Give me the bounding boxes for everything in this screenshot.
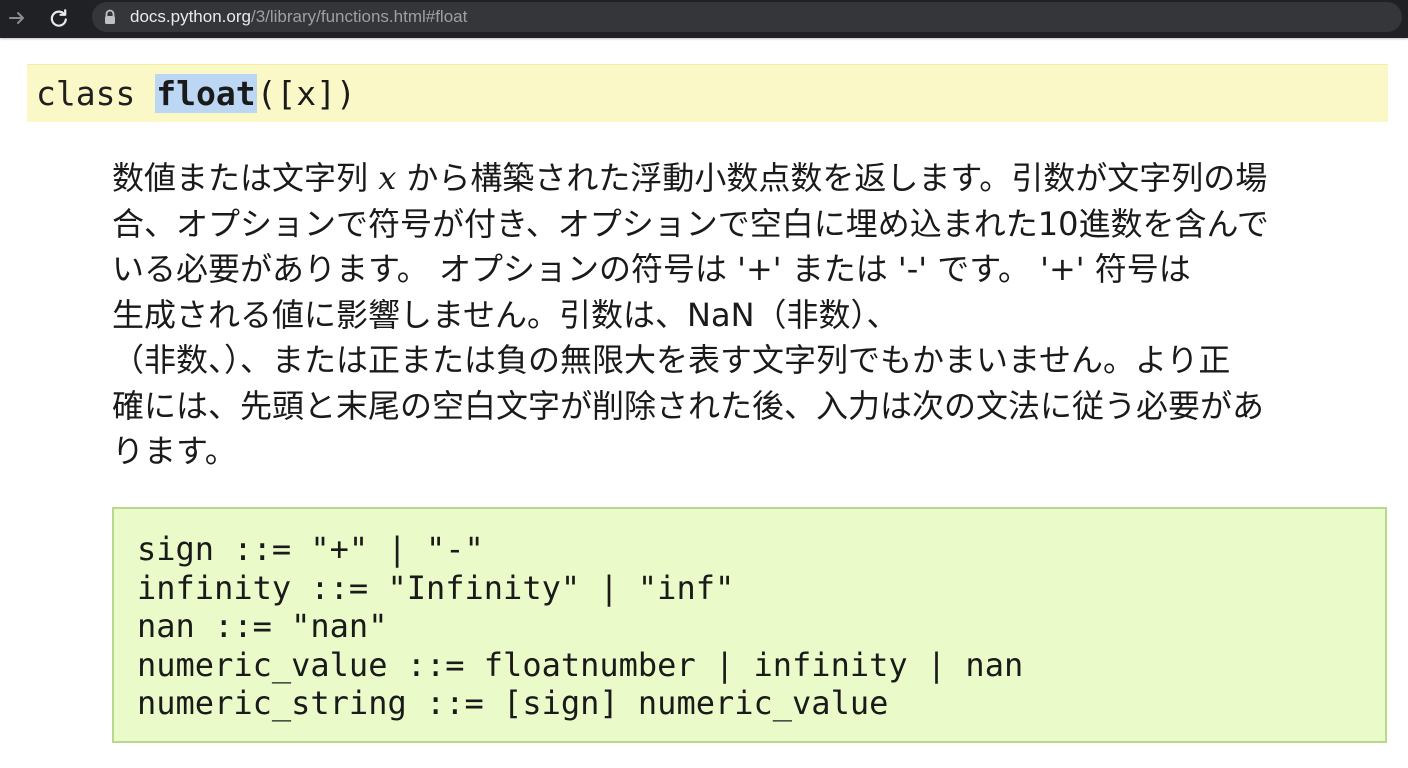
url-host: docs.python.org <box>130 7 251 26</box>
grammar-rule-sign: sign ::= "+" | "-" <box>137 530 484 568</box>
description-line: 確には、先頭と末尾の空白文字が削除された後、入力は次の文法に従う必要があ <box>112 386 1265 425</box>
grammar-rule-numeric-string: numeric_string ::= [sign] numeric_value <box>137 684 889 722</box>
function-name[interactable]: float <box>155 74 257 113</box>
grammar-rule-nan: nan ::= "nan" <box>137 607 388 645</box>
description-line: （非数、）、または正または負の無限大を表す文字列でもかまいません。より正 <box>112 341 1231 379</box>
description-text: から構築された浮動小数点数を返します。引数が文字列の場 <box>406 159 1268 197</box>
description-text: 数値または文字列 <box>112 159 369 197</box>
description-paragraph: 数値または文字列 x から構築された浮動小数点数を返します。引数が文字列の場 合… <box>112 156 1374 475</box>
grammar-rule-infinity: infinity ::= "Infinity" | "inf" <box>137 568 735 607</box>
lock-icon[interactable] <box>102 9 118 25</box>
grammar-code-block: sign ::= "+" | "-" infinity ::= "Infinit… <box>112 507 1387 743</box>
description-line: 合、オプションで符号が付き、オプションで空白に埋め込まれた10進数を含んで <box>112 204 1269 243</box>
arrow-right-icon <box>9 12 24 24</box>
parameter-x: x <box>378 159 397 197</box>
function-signature: class float([x]) <box>27 64 1388 122</box>
description-line: ります。 <box>112 432 237 470</box>
description-line: いる必要があります。 オプションの符号は '+' または '-' です。 '+'… <box>112 250 1191 288</box>
description-line: 数値または文字列 x から構築された浮動小数点数を返します。引数が文字列の場 <box>112 156 1374 202</box>
class-keyword: class <box>36 74 136 113</box>
browser-toolbar: docs.python.org/3/library/functions.html… <box>0 0 1408 38</box>
url-text[interactable]: docs.python.org/3/library/functions.html… <box>130 7 467 27</box>
forward-button[interactable] <box>2 4 32 32</box>
address-bar[interactable]: docs.python.org/3/library/functions.html… <box>92 2 1402 32</box>
code-lines: sign ::= "+" | "-" infinity ::= "Infinit… <box>137 530 1023 723</box>
grammar-rule-numeric-value: numeric_value ::= floatnumber | infinity… <box>137 645 1024 684</box>
url-path: /3/library/functions.html#float <box>250 7 468 26</box>
description-line: 生成される値に影響しません。引数は、NaN（非数）、 <box>112 295 899 334</box>
reload-icon <box>50 9 67 27</box>
signature-text: class float([x]) <box>36 74 356 114</box>
signature-params: ([x]) <box>256 74 356 113</box>
reload-button[interactable] <box>44 4 74 32</box>
